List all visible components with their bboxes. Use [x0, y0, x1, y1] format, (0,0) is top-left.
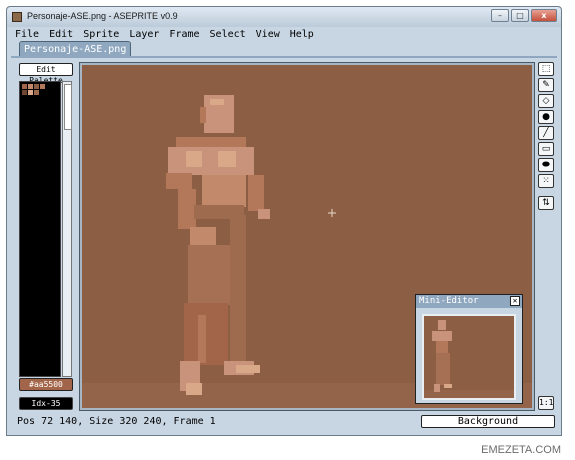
watermark: EMEZETA.COM — [481, 444, 561, 456]
close-button[interactable]: x — [531, 9, 557, 22]
line-icon[interactable]: ╱ — [538, 126, 554, 140]
tab-underline — [11, 56, 557, 58]
crosshair-cursor-icon — [328, 209, 336, 217]
spray-icon[interactable]: ⁙ — [538, 174, 554, 188]
menu-bar: File Edit Sprite Layer Frame Select View… — [11, 27, 557, 41]
status-text: Pos 72 140, Size 320 240, Frame 1 — [17, 416, 216, 427]
tab-sprite-file[interactable]: Personaje-ASE.png — [19, 41, 132, 57]
zoom-1-1-button[interactable]: 1:1 — [538, 396, 554, 410]
minimize-button[interactable]: – — [491, 9, 509, 22]
marquee-icon[interactable]: ⬚ — [538, 62, 554, 76]
palette-swatch[interactable] — [28, 90, 33, 95]
bucket-icon[interactable]: ● — [538, 110, 554, 124]
layer-selector[interactable]: Background — [421, 415, 555, 428]
palette-swatch[interactable] — [34, 84, 39, 89]
mini-sprite-preview — [424, 320, 514, 398]
edit-palette-button[interactable]: Edit Palette — [19, 63, 73, 85]
menu-layer[interactable]: Layer — [129, 29, 159, 40]
current-color-field[interactable]: #aa5500 — [19, 378, 73, 391]
window-title: Personaje-ASE.png - ASEPRITE v0.9 — [27, 11, 178, 21]
palette-swatch[interactable] — [22, 90, 27, 95]
title-bar[interactable]: Personaje-ASE.png - ASEPRITE v0.9 – □ x — [7, 7, 561, 27]
mini-editor-window: Mini-Editor ✕ — [415, 294, 523, 404]
menu-sprite[interactable]: Sprite — [83, 29, 119, 40]
app-icon — [12, 12, 22, 22]
app-window: Personaje-ASE.png - ASEPRITE v0.9 – □ x … — [6, 6, 562, 436]
palette-swatch[interactable] — [22, 84, 27, 89]
palette-scroll-thumb[interactable] — [64, 84, 72, 130]
configure-tool-icon[interactable]: ⇅ — [538, 196, 554, 210]
palette-swatch[interactable] — [28, 84, 33, 89]
palette-swatch[interactable] — [34, 90, 39, 95]
mini-editor-close-icon[interactable]: ✕ — [510, 296, 520, 306]
color-index-field[interactable]: Idx-35 — [19, 397, 73, 410]
mini-editor-title[interactable]: Mini-Editor — [416, 295, 522, 308]
palette-grid[interactable] — [19, 81, 61, 377]
menu-edit[interactable]: Edit — [49, 29, 73, 40]
mini-editor-preview[interactable] — [422, 314, 516, 400]
palette-swatch[interactable] — [40, 84, 45, 89]
eraser-icon[interactable]: ◇ — [538, 94, 554, 108]
ellipse-icon[interactable]: ⬬ — [538, 158, 554, 172]
menu-select[interactable]: Select — [210, 29, 246, 40]
menu-frame[interactable]: Frame — [169, 29, 199, 40]
menu-view[interactable]: View — [256, 29, 280, 40]
window-controls: – □ x — [489, 9, 557, 22]
pencil-icon[interactable]: ✎ — [538, 78, 554, 92]
tool-bar: ⬚ ✎ ◇ ● ╱ ▭ ⬬ ⁙ ⇅ — [538, 62, 556, 212]
menu-file[interactable]: File — [15, 29, 39, 40]
rectangle-icon[interactable]: ▭ — [538, 142, 554, 156]
maximize-button[interactable]: □ — [511, 9, 529, 22]
menu-help[interactable]: Help — [290, 29, 314, 40]
palette-scrollbar[interactable] — [62, 81, 72, 377]
